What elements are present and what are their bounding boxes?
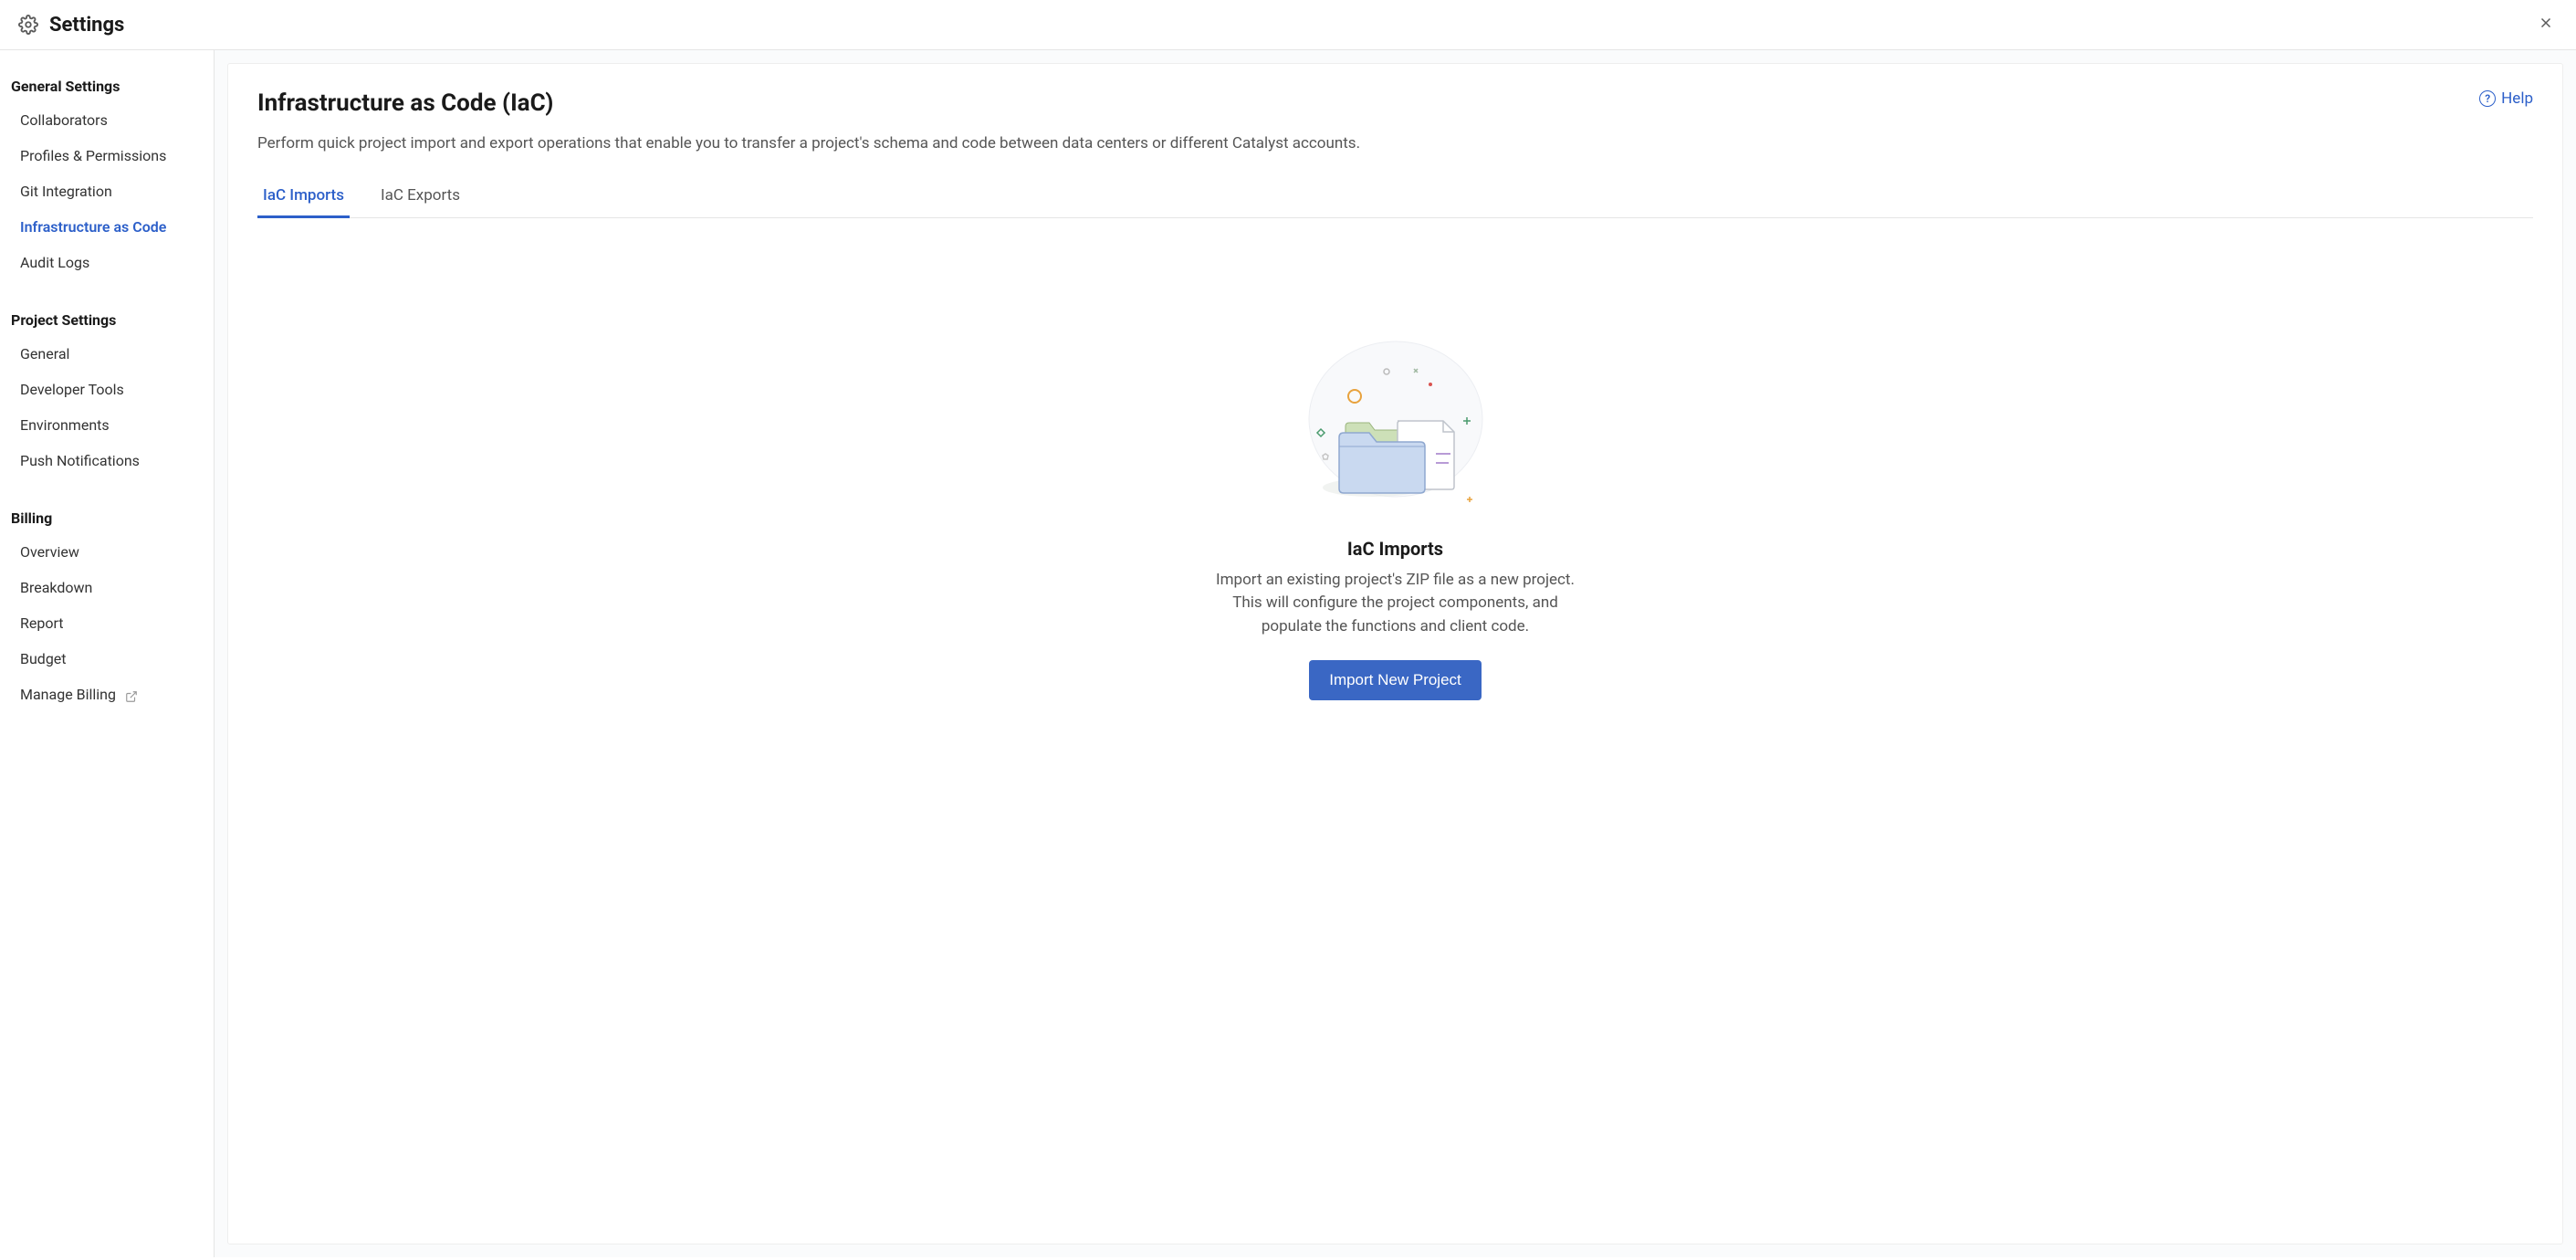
- header-title: Settings: [49, 14, 124, 37]
- tabs: IaC Imports IaC Exports: [257, 179, 2533, 218]
- header-left: Settings: [18, 14, 124, 37]
- external-link-icon: [125, 689, 138, 702]
- close-button[interactable]: [2534, 11, 2558, 38]
- sidebar-item-audit-logs[interactable]: Audit Logs: [11, 245, 203, 280]
- sidebar-item-push-notifications[interactable]: Push Notifications: [11, 443, 203, 478]
- sidebar-item-developer-tools[interactable]: Developer Tools: [11, 372, 203, 407]
- sidebar-item-collaborators[interactable]: Collaborators: [11, 102, 203, 138]
- sidebar-section-project-settings: Project Settings: [11, 306, 203, 336]
- sidebar-item-git-integration[interactable]: Git Integration: [11, 173, 203, 209]
- tab-iac-imports[interactable]: IaC Imports: [257, 179, 350, 217]
- empty-illustration: [1295, 328, 1496, 510]
- page-title: Infrastructure as Code (IaC): [257, 89, 553, 117]
- content-wrapper: Infrastructure as Code (IaC) ? Help Perf…: [215, 50, 2576, 1257]
- sidebar-item-general[interactable]: General: [11, 336, 203, 372]
- help-icon: ?: [2479, 90, 2496, 107]
- content-card: Infrastructure as Code (IaC) ? Help Perf…: [227, 63, 2563, 1244]
- page-description: Perform quick project import and export …: [257, 133, 2533, 155]
- sidebar-item-label: Manage Billing: [20, 686, 116, 703]
- sidebar-item-manage-billing[interactable]: Manage Billing: [11, 677, 203, 712]
- layout: General Settings Collaborators Profiles …: [0, 50, 2576, 1257]
- help-link[interactable]: ? Help: [2479, 89, 2533, 108]
- close-icon: [2538, 15, 2554, 31]
- sidebar-item-report[interactable]: Report: [11, 605, 203, 641]
- empty-state-title: IaC Imports: [1347, 538, 1443, 560]
- empty-state-description: Import an existing project's ZIP file as…: [1204, 569, 1587, 639]
- header-bar: Settings: [0, 0, 2576, 50]
- content-header: Infrastructure as Code (IaC) ? Help: [257, 89, 2533, 133]
- gear-icon: [18, 15, 38, 35]
- sidebar: General Settings Collaborators Profiles …: [0, 50, 215, 1257]
- tab-iac-exports[interactable]: IaC Exports: [375, 179, 466, 217]
- empty-state: IaC Imports Import an existing project's…: [257, 328, 2533, 701]
- sidebar-section-general-settings: General Settings: [11, 72, 203, 102]
- sidebar-item-infrastructure-as-code[interactable]: Infrastructure as Code: [11, 209, 203, 245]
- sidebar-item-overview[interactable]: Overview: [11, 534, 203, 570]
- import-new-project-button[interactable]: Import New Project: [1309, 660, 1482, 700]
- sidebar-section-billing: Billing: [11, 504, 203, 534]
- help-label: Help: [2501, 89, 2533, 108]
- sidebar-item-environments[interactable]: Environments: [11, 407, 203, 443]
- sidebar-item-profiles-permissions[interactable]: Profiles & Permissions: [11, 138, 203, 173]
- sidebar-item-breakdown[interactable]: Breakdown: [11, 570, 203, 605]
- sidebar-item-budget[interactable]: Budget: [11, 641, 203, 677]
